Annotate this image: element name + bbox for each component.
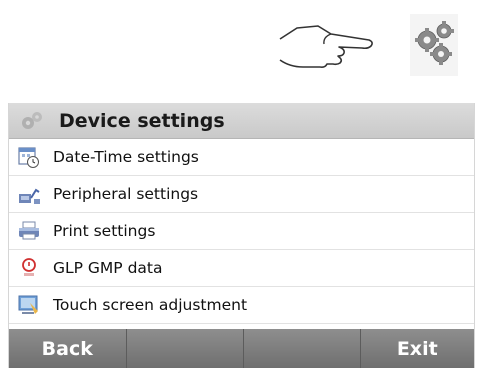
touch-screen-icon <box>18 295 38 314</box>
softkey-3[interactable] <box>244 329 361 368</box>
calendar-clock-icon <box>18 147 39 168</box>
softkey-bar: Back Exit <box>9 329 475 368</box>
menu-item-touch-screen-adjustment[interactable]: Touch screen adjustment <box>9 287 474 324</box>
menu-item-label: Print settings <box>53 222 156 240</box>
title-bar: Device settings <box>9 103 474 139</box>
settings-button[interactable] <box>410 14 458 76</box>
menu-item-glp-gmp-data[interactable]: GLP GMP data <box>9 250 474 287</box>
printer-icon <box>19 221 39 240</box>
menu-item-date-time-settings[interactable]: Date-Time settings <box>9 139 474 176</box>
glp-data-icon <box>22 258 36 276</box>
pointing-hand-icon <box>279 25 373 68</box>
menu-item-label: Peripheral settings <box>53 185 199 203</box>
menu-item-label: Touch screen adjustment <box>53 296 248 314</box>
back-button[interactable]: Back <box>9 329 127 368</box>
exit-button[interactable]: Exit <box>360 329 475 368</box>
settings-menu: Date-Time settings Peripheral settings P… <box>9 139 474 324</box>
menu-item-peripheral-settings[interactable]: Peripheral settings <box>9 176 474 213</box>
menu-item-label: Date-Time settings <box>53 148 199 166</box>
gears-icon <box>22 111 42 129</box>
screenshot: Device settings Date-Time settings Perip… <box>0 0 481 368</box>
menu-item-print-settings[interactable]: Print settings <box>9 213 474 250</box>
menu-item-label: GLP GMP data <box>53 259 163 277</box>
device-screen: Device settings Date-Time settings Perip… <box>8 103 475 368</box>
softkey-2[interactable] <box>126 329 244 368</box>
gears-icon <box>415 21 454 65</box>
page-title: Device settings <box>59 109 225 132</box>
peripheral-icon <box>19 188 40 204</box>
